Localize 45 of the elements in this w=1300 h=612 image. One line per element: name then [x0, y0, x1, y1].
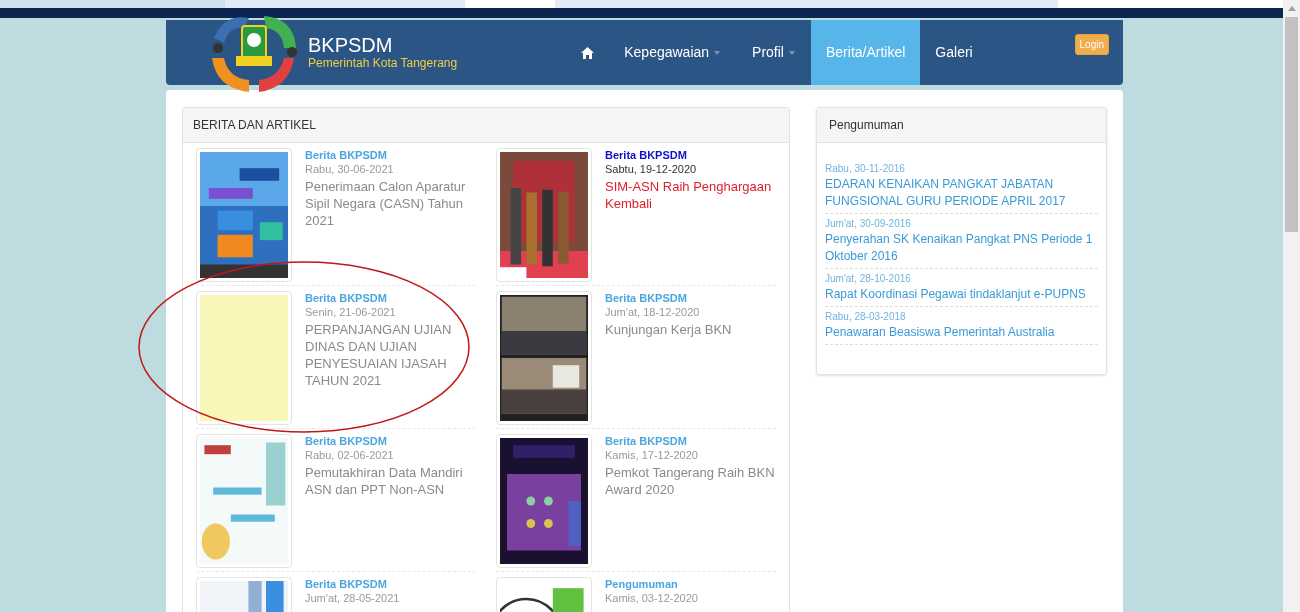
- announcement-link[interactable]: EDARAN KENAIKAN PANGKAT JABATAN FUNGSIONAL GURU PERIODE APRIL 2017: [825, 176, 1098, 210]
- post-title[interactable]: Kunjungan Kerja BKN: [605, 321, 776, 338]
- post-title[interactable]: Pemutakhiran Data Mandiri ASN dan PPT Non-ASN: [305, 464, 476, 498]
- post-title[interactable]: Penerimaan Calon Aparatur Sipil Negara (CASN) Tahun 2021: [305, 178, 476, 229]
- home-icon: [581, 46, 595, 59]
- brand-subtitle: Pemerintah Kota Tangerang: [308, 56, 458, 71]
- announcement-date: Jum'at, 28-10-2016: [825, 272, 912, 286]
- category-link[interactable]: Pengumuman: [605, 577, 776, 591]
- post-date: Kamis, 17-12-2020: [605, 448, 699, 463]
- nav-dropdown[interactable]: Profil: [736, 20, 811, 85]
- category-link[interactable]: Berita BKPSDM: [305, 148, 476, 162]
- category-link[interactable]: Berita BKPSDM: [305, 577, 476, 591]
- category-link[interactable]: Berita BKPSDM: [605, 434, 776, 448]
- announcement-date: Rabu, 30-11-2016: [825, 162, 906, 176]
- announcement-link[interactable]: Penawaran Beasiswa Pemerintah Australia: [825, 324, 1098, 341]
- nav-dropdown[interactable]: Kepegawaian: [608, 20, 737, 85]
- post-date: Jum'at, 18-12-2020: [605, 305, 701, 320]
- category-link[interactable]: Berita BKPSDM: [605, 148, 776, 162]
- announcement-link[interactable]: Rapat Koordinasi Pegawai tindaklanjut e-PUPNS: [825, 286, 1098, 303]
- scroll-thumb[interactable]: [1285, 17, 1298, 232]
- panel-title: Pengumuman: [829, 117, 904, 134]
- announcement-date: Rabu, 28-03-2018: [825, 310, 907, 324]
- caret-icon: [789, 50, 795, 55]
- category-link[interactable]: Berita BKPSDM: [305, 291, 476, 305]
- post-title[interactable]: Pemkot Tangerang Raih BKN Award 2020: [605, 464, 776, 498]
- scrollbar[interactable]: [1283, 0, 1300, 612]
- category-link[interactable]: Berita BKPSDM: [605, 291, 776, 305]
- post-date: Kamis, 03-12-2020: [605, 591, 699, 606]
- post-date: Rabu, 02-06-2021: [305, 448, 395, 463]
- panel-title: BERITA DAN ARTIKEL: [193, 117, 316, 134]
- nav-link[interactable]: Berita/Artikel: [811, 20, 921, 85]
- announcement-link[interactable]: Penyerahan SK Kenaikan Pangkat PNS Periode 1 Oktober 2016: [825, 231, 1098, 265]
- post-date: Senin, 21-06-2021: [305, 305, 397, 320]
- post-title[interactable]: PERPANJANGAN UJIAN DINAS DAN UJIAN PENYESUAIAN IJASAH TAHUN 2021: [305, 321, 476, 389]
- scroll-up-icon: [1287, 6, 1296, 11]
- post-date: Rabu, 30-06-2021: [305, 162, 395, 177]
- post-title[interactable]: SIM-ASN Raih Penghargaan Kembali: [605, 178, 776, 212]
- announcement-date: Jum'at, 30-09-2016: [825, 217, 912, 231]
- brand-title: BKPSDM: [308, 34, 394, 56]
- login-button[interactable]: Login: [1074, 34, 1109, 55]
- caret-icon: [714, 50, 721, 55]
- post-date: Sabtu, 19-12-2020: [605, 162, 698, 177]
- category-link[interactable]: Berita BKPSDM: [305, 434, 476, 448]
- nav-link[interactable]: Galeri: [920, 20, 988, 85]
- post-date: Jum'at, 28-05-2021: [305, 591, 401, 606]
